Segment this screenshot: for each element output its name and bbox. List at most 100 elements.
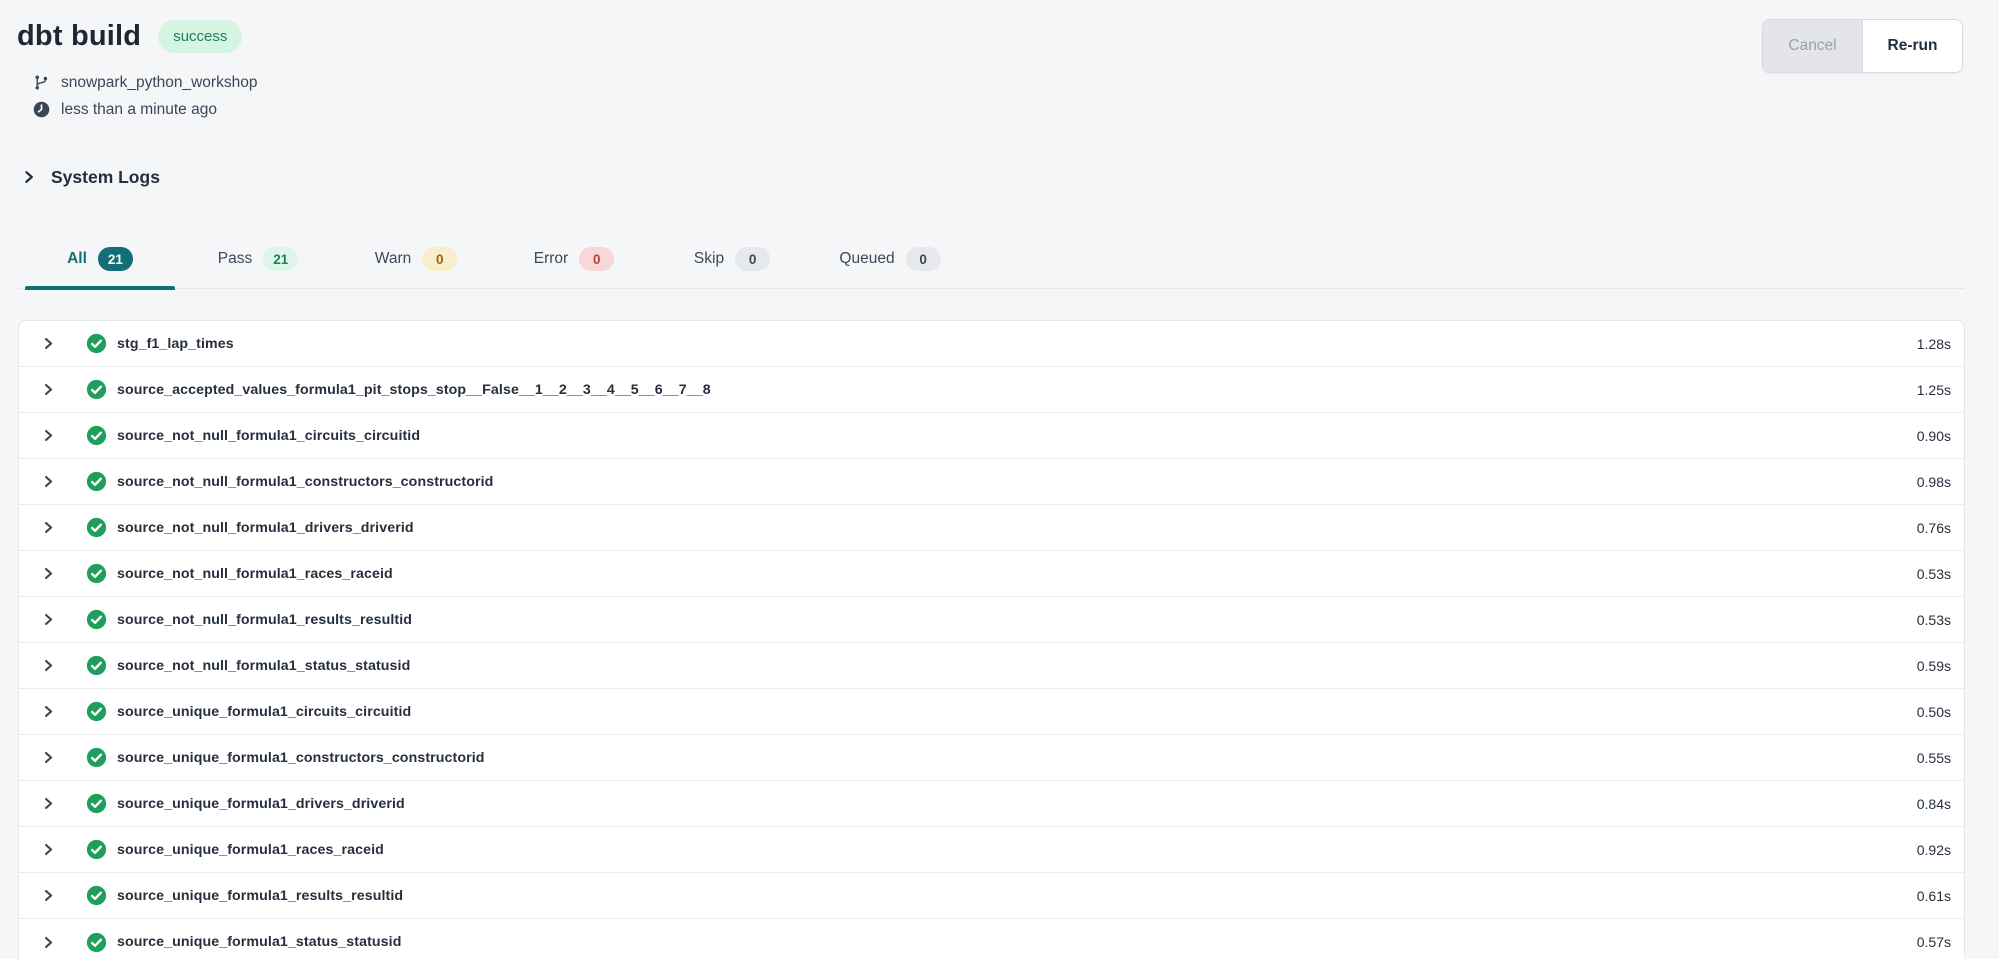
expand-row-button[interactable] bbox=[39, 473, 57, 491]
chevron-right-icon bbox=[42, 842, 55, 857]
result-row[interactable]: source_unique_formula1_constructors_cons… bbox=[19, 735, 1964, 781]
branch-row: snowpark_python_workshop bbox=[32, 69, 1963, 96]
expand-row-button[interactable] bbox=[39, 381, 57, 399]
result-row[interactable]: source_unique_formula1_status_statusid 0… bbox=[19, 919, 1964, 959]
clock-icon bbox=[32, 101, 50, 118]
expand-row-button[interactable] bbox=[39, 933, 57, 951]
title-row: dbt build success bbox=[17, 17, 1963, 55]
expand-row-button[interactable] bbox=[39, 565, 57, 583]
result-duration: 0.55s bbox=[1917, 750, 1951, 766]
result-name: source_unique_formula1_drivers_driverid bbox=[117, 796, 1917, 812]
chevron-right-icon bbox=[42, 474, 55, 489]
expand-row-button[interactable] bbox=[39, 519, 57, 537]
result-duration: 0.53s bbox=[1917, 566, 1951, 582]
tab-queued[interactable]: Queued 0 bbox=[811, 237, 969, 289]
result-duration: 0.76s bbox=[1917, 520, 1951, 536]
expand-row-button[interactable] bbox=[39, 427, 57, 445]
result-duration: 0.53s bbox=[1917, 612, 1951, 628]
check-circle-icon bbox=[86, 655, 107, 676]
result-row[interactable]: source_not_null_formula1_drivers_driveri… bbox=[19, 505, 1964, 551]
check-circle-icon bbox=[86, 379, 107, 400]
rerun-button[interactable]: Re-run bbox=[1862, 20, 1962, 72]
result-row[interactable]: source_not_null_formula1_status_statusid… bbox=[19, 643, 1964, 689]
result-name: source_unique_formula1_circuits_circuiti… bbox=[117, 704, 1917, 720]
chevron-right-icon bbox=[42, 428, 55, 443]
result-row[interactable]: source_unique_formula1_results_resultid … bbox=[19, 873, 1964, 919]
run-header: dbt build success Cancel Re-run snowpark… bbox=[0, 0, 1999, 123]
check-circle-icon bbox=[86, 333, 107, 354]
result-row[interactable]: source_unique_formula1_circuits_circuiti… bbox=[19, 689, 1964, 735]
result-row[interactable]: source_unique_formula1_drivers_driverid … bbox=[19, 781, 1964, 827]
system-logs-label: System Logs bbox=[51, 167, 160, 188]
check-circle-icon bbox=[86, 471, 107, 492]
result-duration: 0.59s bbox=[1917, 658, 1951, 674]
result-row[interactable]: source_accepted_values_formula1_pit_stop… bbox=[19, 367, 1964, 413]
expand-row-button[interactable] bbox=[39, 657, 57, 675]
result-name: stg_f1_lap_times bbox=[117, 336, 1917, 352]
tab-count-badge: 0 bbox=[422, 247, 457, 271]
expand-row-button[interactable] bbox=[39, 749, 57, 767]
check-circle-icon bbox=[86, 517, 107, 538]
tab-pass[interactable]: Pass 21 bbox=[179, 237, 337, 289]
result-duration: 0.50s bbox=[1917, 704, 1951, 720]
tab-all[interactable]: All 21 bbox=[21, 237, 179, 289]
result-name: source_unique_formula1_results_resultid bbox=[117, 888, 1917, 904]
run-time-ago: less than a minute ago bbox=[61, 101, 217, 119]
result-duration: 0.98s bbox=[1917, 474, 1951, 490]
check-circle-icon bbox=[86, 701, 107, 722]
result-duration: 0.61s bbox=[1917, 888, 1951, 904]
check-circle-icon bbox=[86, 609, 107, 630]
run-action-buttons: Cancel Re-run bbox=[1762, 19, 1963, 73]
check-circle-icon bbox=[86, 563, 107, 584]
expand-row-button[interactable] bbox=[39, 887, 57, 905]
results-panel: stg_f1_lap_times 1.28s source_accepted_v… bbox=[18, 320, 1965, 959]
result-name: source_not_null_formula1_races_raceid bbox=[117, 566, 1917, 582]
tab-count-badge: 0 bbox=[906, 247, 941, 271]
tab-count-badge: 21 bbox=[263, 247, 298, 271]
system-logs-toggle[interactable]: System Logs bbox=[22, 165, 160, 189]
expand-row-button[interactable] bbox=[39, 335, 57, 353]
chevron-right-icon bbox=[42, 520, 55, 535]
result-row[interactable]: source_not_null_formula1_circuits_circui… bbox=[19, 413, 1964, 459]
expand-row-button[interactable] bbox=[39, 703, 57, 721]
check-circle-icon bbox=[86, 793, 107, 814]
chevron-right-icon bbox=[42, 658, 55, 673]
result-filter-tabs: All 21 Pass 21 Warn 0 Error 0 Skip 0 Que… bbox=[18, 237, 1965, 289]
tab-count-badge: 21 bbox=[98, 247, 133, 271]
result-name: source_not_null_formula1_results_resulti… bbox=[117, 612, 1917, 628]
result-row[interactable]: source_not_null_formula1_constructors_co… bbox=[19, 459, 1964, 505]
chevron-right-icon bbox=[42, 796, 55, 811]
result-row[interactable]: source_not_null_formula1_results_resulti… bbox=[19, 597, 1964, 643]
run-meta: snowpark_python_workshop less than a min… bbox=[32, 69, 1963, 123]
chevron-right-icon bbox=[42, 382, 55, 397]
check-circle-icon bbox=[86, 932, 107, 953]
result-duration: 0.57s bbox=[1917, 934, 1951, 950]
expand-row-button[interactable] bbox=[39, 795, 57, 813]
status-badge: success bbox=[158, 20, 242, 53]
expand-row-button[interactable] bbox=[39, 841, 57, 859]
result-duration: 1.28s bbox=[1917, 336, 1951, 352]
result-name: source_unique_formula1_constructors_cons… bbox=[117, 750, 1917, 766]
chevron-right-icon bbox=[42, 612, 55, 627]
result-duration: 0.92s bbox=[1917, 842, 1951, 858]
tab-error[interactable]: Error 0 bbox=[495, 237, 653, 289]
check-circle-icon bbox=[86, 839, 107, 860]
check-circle-icon bbox=[86, 425, 107, 446]
result-row[interactable]: source_unique_formula1_races_raceid 0.92… bbox=[19, 827, 1964, 873]
cancel-button[interactable]: Cancel bbox=[1763, 20, 1862, 72]
result-name: source_unique_formula1_status_statusid bbox=[117, 934, 1917, 950]
result-name: source_unique_formula1_races_raceid bbox=[117, 842, 1917, 858]
tab-warn[interactable]: Warn 0 bbox=[337, 237, 495, 289]
check-circle-icon bbox=[86, 747, 107, 768]
chevron-right-icon bbox=[42, 566, 55, 581]
result-name: source_not_null_formula1_status_statusid bbox=[117, 658, 1917, 674]
tab-count-badge: 0 bbox=[579, 247, 614, 271]
expand-row-button[interactable] bbox=[39, 611, 57, 629]
result-row[interactable]: source_not_null_formula1_races_raceid 0.… bbox=[19, 551, 1964, 597]
time-row: less than a minute ago bbox=[32, 96, 1963, 123]
chevron-right-icon bbox=[42, 935, 55, 950]
result-row[interactable]: stg_f1_lap_times 1.28s bbox=[19, 321, 1964, 367]
tab-count-badge: 0 bbox=[735, 247, 770, 271]
chevron-right-icon bbox=[42, 336, 55, 351]
tab-skip[interactable]: Skip 0 bbox=[653, 237, 811, 289]
